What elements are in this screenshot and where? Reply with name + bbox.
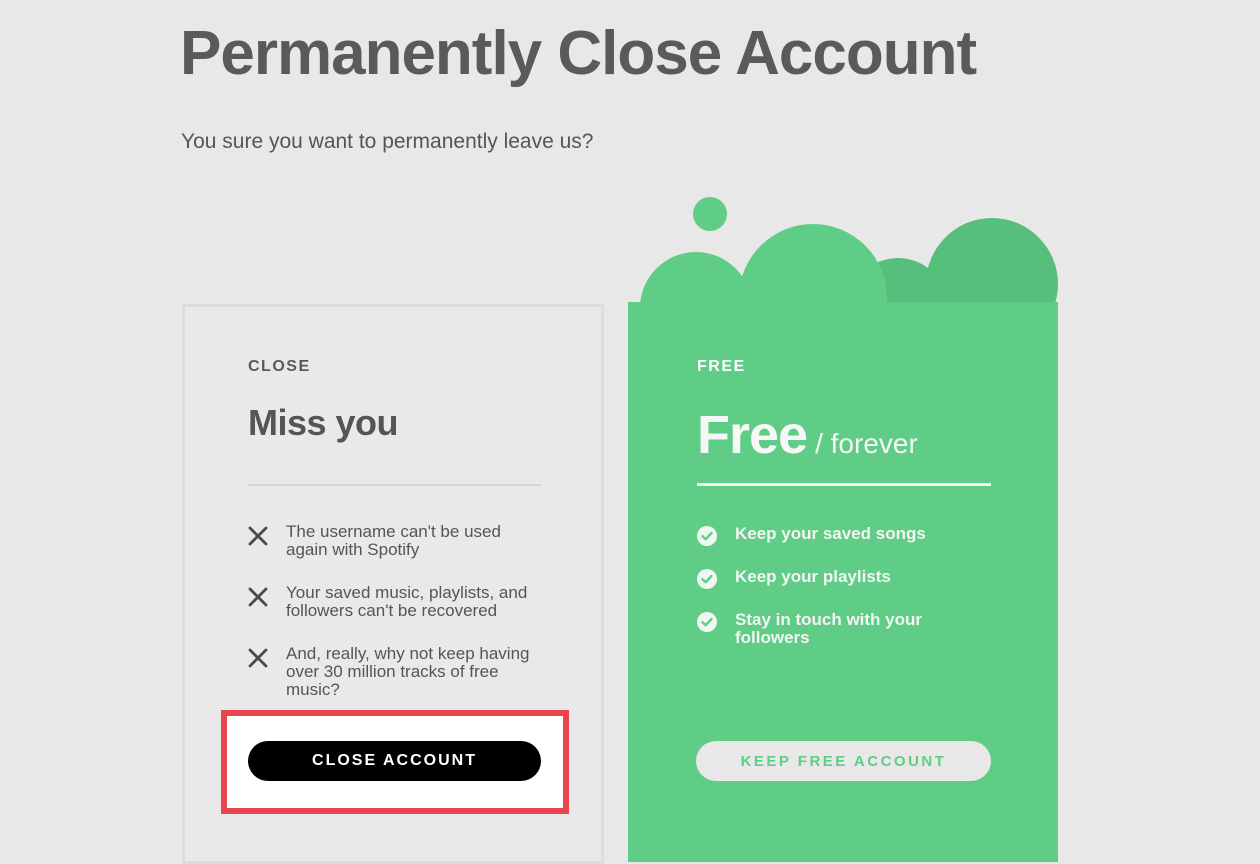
close-card-heading: Miss you (248, 402, 399, 443)
cloud-decoration (640, 197, 1058, 310)
free-card-eyebrow: FREE (697, 358, 746, 375)
list-item: And, really, why not keep having over 30… (248, 645, 546, 699)
list-item-text: Stay in touch with your followers (735, 610, 923, 647)
keep-free-account-button[interactable]: KEEP FREE ACCOUNT (696, 741, 991, 781)
free-card-divider (697, 483, 991, 486)
list-item: The username can't be used again with Sp… (248, 523, 546, 559)
close-account-button[interactable]: CLOSE ACCOUNT (248, 741, 541, 781)
list-item: Keep your saved songs (697, 525, 955, 546)
list-item-text: And, really, why not keep having over 30… (286, 644, 530, 699)
close-card-eyebrow: CLOSE (248, 358, 311, 375)
list-item-text: Keep your saved songs (735, 524, 926, 543)
x-icon (248, 526, 268, 546)
list-item-text: Keep your playlists (735, 567, 891, 586)
list-item: Your saved music, playlists, and followe… (248, 584, 546, 620)
free-heading-main: Free (697, 405, 808, 465)
free-heading-suffix: / forever (815, 428, 918, 459)
check-circle-icon (697, 569, 717, 589)
x-icon (248, 587, 268, 607)
free-card-heading: Free / forever (697, 404, 918, 466)
list-item-text: The username can't be used again with Sp… (286, 522, 501, 559)
list-item: Keep your playlists (697, 568, 955, 589)
page-title: Permanently Close Account (180, 19, 977, 88)
list-item: Stay in touch with your followers (697, 611, 955, 647)
check-circle-icon (697, 526, 717, 546)
list-item-text: Your saved music, playlists, and followe… (286, 583, 528, 620)
close-card-divider (248, 484, 541, 486)
x-icon (248, 648, 268, 668)
check-circle-icon (697, 612, 717, 632)
page-subtitle: You sure you want to permanently leave u… (181, 130, 594, 153)
